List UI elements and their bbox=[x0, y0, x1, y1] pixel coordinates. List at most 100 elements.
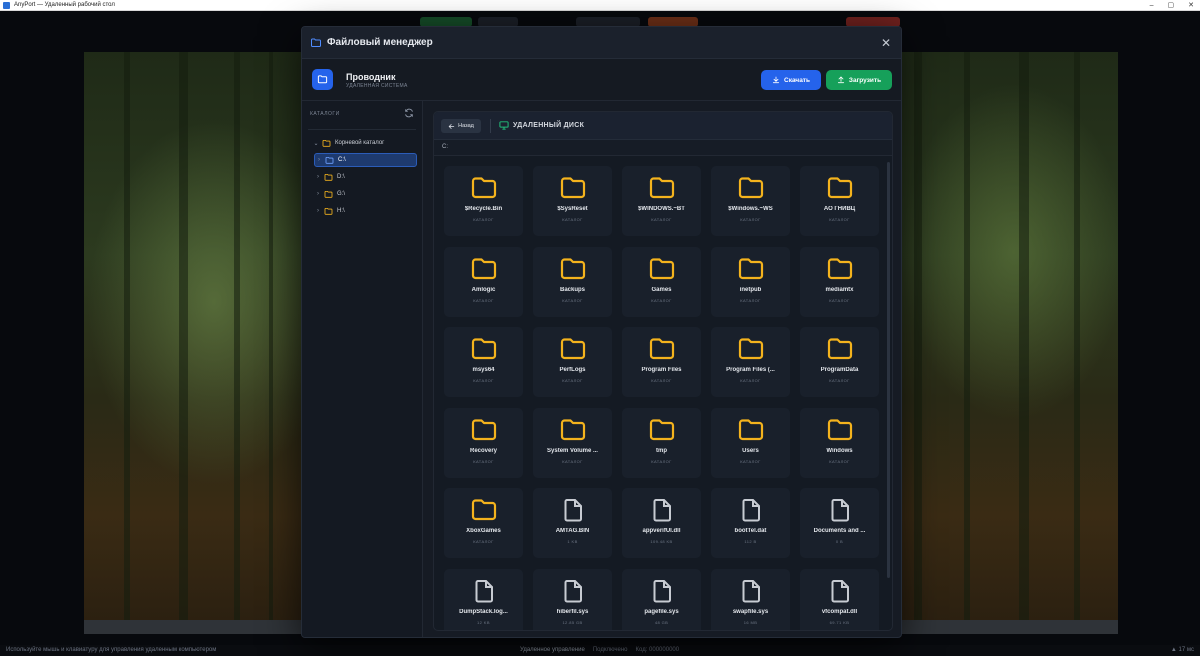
file-tile[interactable]: swapfile.sys 16 MB bbox=[711, 568, 790, 630]
item-name: inetpub bbox=[739, 286, 762, 293]
file-tile[interactable]: vfcompat.dll 69.71 KB bbox=[800, 568, 879, 630]
tree-drive-g[interactable]: › G:\ bbox=[314, 187, 418, 201]
folder-tile[interactable]: $Windows.~WS Каталог bbox=[711, 166, 790, 236]
item-name: vfcompat.dll bbox=[821, 608, 858, 615]
folder-icon bbox=[738, 418, 764, 440]
current-path: C: bbox=[442, 144, 448, 150]
folder-icon bbox=[649, 177, 675, 199]
tree-root-label: Корневой каталог bbox=[335, 140, 385, 146]
maximize-button[interactable]: ▢ bbox=[1168, 0, 1175, 11]
dialog-header: Файловый менеджер ✕ bbox=[302, 27, 901, 59]
sidebar-heading: Каталоги bbox=[310, 111, 340, 117]
tree-drive-c[interactable]: › C:\ bbox=[314, 153, 417, 167]
folder-tile[interactable]: tmp Каталог bbox=[622, 407, 701, 478]
folder-tile[interactable]: $Recycle.Bin Каталог bbox=[444, 166, 523, 236]
folder-tile[interactable]: Program Files (... Каталог bbox=[711, 327, 790, 397]
folder-tile[interactable]: ProgramData Каталог bbox=[800, 327, 879, 397]
close-window-button[interactable]: ✕ bbox=[1188, 0, 1194, 11]
refresh-icon[interactable] bbox=[404, 108, 414, 118]
chevron-right-icon[interactable]: › bbox=[314, 208, 322, 214]
folder-icon bbox=[649, 257, 675, 279]
folder-tile[interactable]: Recovery Каталог bbox=[444, 407, 523, 478]
folder-tile[interactable]: Games Каталог bbox=[622, 246, 701, 317]
window-title: AnyPort — Удаленный рабочий стол bbox=[14, 2, 115, 8]
upload-button[interactable]: Загрузить bbox=[826, 70, 892, 90]
chevron-down-icon[interactable]: ⌄ bbox=[312, 140, 320, 147]
back-label: Назад bbox=[458, 123, 474, 129]
folder-tile[interactable]: Users Каталог bbox=[711, 407, 790, 478]
item-meta: Каталог bbox=[473, 297, 494, 303]
folder-tile[interactable]: mediamtx Каталог bbox=[800, 246, 879, 317]
back-button[interactable]: Назад bbox=[441, 119, 481, 133]
item-meta: 12.85 GB bbox=[562, 619, 583, 625]
file-manager-dialog: Файловый менеджер ✕ Проводник Удаленная … bbox=[301, 26, 902, 638]
item-name: hiberfil.sys bbox=[556, 608, 589, 615]
file-icon bbox=[475, 579, 493, 602]
folder-icon bbox=[738, 338, 764, 360]
item-meta: Каталог bbox=[651, 378, 672, 383]
tree-drive-label: D:\ bbox=[337, 174, 345, 180]
item-name: Documents and ... bbox=[813, 528, 866, 534]
item-meta: Каталог bbox=[740, 458, 761, 464]
file-tile[interactable]: Documents and ... 0 B bbox=[800, 488, 879, 558]
folder-tile[interactable]: inetpub Каталог bbox=[711, 246, 790, 317]
minimize-button[interactable]: – bbox=[1150, 0, 1154, 11]
folder-tile[interactable]: Program Files Каталог bbox=[622, 327, 701, 397]
file-tile[interactable]: AMTAG.BIN 1 KB bbox=[533, 488, 612, 558]
folder-tile[interactable]: XboxGames Каталог bbox=[444, 488, 523, 558]
window-titlebar: AnyPort — Удаленный рабочий стол – ▢ ✕ bbox=[0, 0, 1200, 11]
folder-icon bbox=[560, 177, 586, 199]
file-tile[interactable]: appverifUI.dll 109.48 KB bbox=[622, 488, 701, 558]
folder-tile[interactable]: Windows Каталог bbox=[800, 407, 879, 478]
download-button[interactable]: Скачать bbox=[761, 70, 821, 90]
chevron-right-icon[interactable]: › bbox=[314, 174, 322, 180]
item-meta: Каталог bbox=[562, 378, 583, 383]
item-meta: Каталог bbox=[562, 297, 583, 303]
item-meta: Каталог bbox=[473, 539, 494, 544]
folder-icon bbox=[324, 207, 333, 215]
folder-icon bbox=[471, 418, 497, 440]
file-icon bbox=[653, 499, 671, 522]
folder-tile[interactable]: System Volume ... Каталог bbox=[533, 407, 612, 478]
item-name: АО ГНИВЦ bbox=[823, 206, 856, 212]
item-meta: Каталог bbox=[829, 217, 850, 222]
folder-tile[interactable]: $WINDOWS.~BT Каталог bbox=[622, 166, 701, 236]
item-name: Program Files (... bbox=[726, 367, 775, 373]
folder-tile[interactable]: Amlogic Каталог bbox=[444, 246, 523, 317]
folder-icon bbox=[317, 75, 328, 84]
folder-tile[interactable]: АО ГНИВЦ Каталог bbox=[800, 166, 879, 236]
item-name: AMTAG.BIN bbox=[555, 528, 590, 534]
item-name: $SysReset bbox=[557, 206, 588, 212]
item-meta: Каталог bbox=[473, 378, 494, 383]
item-meta: Каталог bbox=[740, 378, 761, 383]
close-icon[interactable]: ✕ bbox=[879, 36, 893, 50]
file-tile[interactable]: DumpStack.log... 12 KB bbox=[444, 568, 523, 630]
file-tile[interactable]: pagefile.sys 48 GB bbox=[622, 568, 701, 630]
folder-tile[interactable]: Backups Каталог bbox=[533, 246, 612, 317]
item-meta: Каталог bbox=[562, 217, 583, 222]
item-name: Games bbox=[651, 286, 672, 293]
chevron-right-icon[interactable]: › bbox=[315, 157, 323, 163]
item-meta: Каталог bbox=[473, 458, 494, 464]
file-tile[interactable]: bootTel.dat 112 B bbox=[711, 488, 790, 558]
monitor-icon bbox=[499, 121, 509, 130]
grid-scrollbar[interactable] bbox=[887, 162, 890, 578]
item-meta: Каталог bbox=[651, 297, 672, 303]
item-name: Recovery bbox=[469, 447, 498, 454]
folder-tile[interactable]: $SysReset Каталог bbox=[533, 166, 612, 236]
item-name: swapfile.sys bbox=[732, 608, 769, 615]
folder-tile[interactable]: msys64 Каталог bbox=[444, 327, 523, 397]
file-tile[interactable]: hiberfil.sys 12.85 GB bbox=[533, 568, 612, 630]
folder-icon bbox=[827, 418, 853, 440]
chevron-right-icon[interactable]: › bbox=[314, 191, 322, 197]
folder-tile[interactable]: PerfLogs Каталог bbox=[533, 327, 612, 397]
item-name: $Recycle.Bin bbox=[464, 206, 503, 212]
window-controls: – ▢ ✕ bbox=[1150, 0, 1194, 11]
tree-root[interactable]: ⌄ Корневой каталог bbox=[312, 136, 416, 150]
tree-drive-h[interactable]: › H:\ bbox=[314, 204, 418, 218]
address-bar[interactable]: C: bbox=[434, 140, 892, 156]
tree-drive-d[interactable]: › D:\ bbox=[314, 170, 418, 184]
status-hint: Используйте мышь и клавиатуру для управл… bbox=[6, 647, 217, 653]
status-bar: Используйте мышь и клавиатуру для управл… bbox=[0, 645, 1200, 656]
upload-label: Загрузить bbox=[848, 76, 882, 84]
